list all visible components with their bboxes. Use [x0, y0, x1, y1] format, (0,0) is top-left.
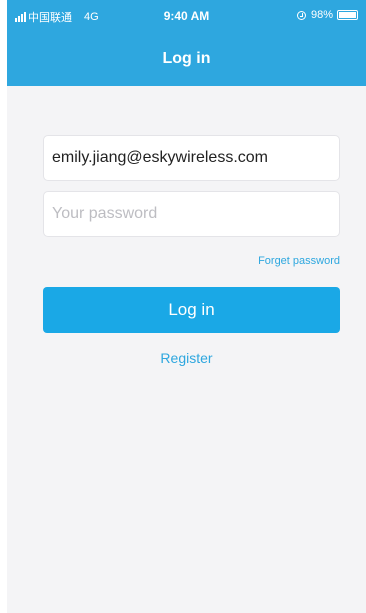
page-title: Log in — [162, 50, 211, 67]
battery-icon — [337, 10, 358, 20]
forget-password-link[interactable]: Forget password — [258, 255, 340, 267]
email-field[interactable] — [43, 135, 340, 181]
login-button[interactable]: Log in — [43, 287, 340, 333]
app-header: 中国联通 4G 9:40 AM 98% Log in — [7, 0, 366, 86]
orientation-lock-icon — [296, 10, 306, 20]
status-right: 98% — [296, 9, 358, 21]
login-screen: 中国联通 4G 9:40 AM 98% Log in Forget passwo… — [7, 0, 366, 613]
battery-percent: 98% — [310, 9, 333, 21]
status-bar: 中国联通 4G 9:40 AM 98% — [7, 0, 366, 30]
password-field[interactable] — [43, 191, 340, 237]
register-link[interactable]: Register — [7, 350, 366, 366]
